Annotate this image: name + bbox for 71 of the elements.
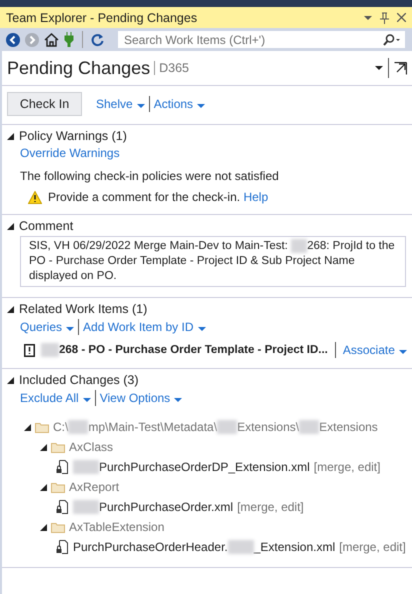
caret-icon [82, 398, 91, 402]
expand-caret-icon[interactable] [40, 444, 47, 451]
expand-caret-icon[interactable] [7, 306, 14, 313]
link[interactable]: Add Work Item by ID [83, 320, 206, 334]
change-status: [merge, edit] [237, 500, 304, 514]
file-icon [56, 540, 69, 554]
section-header[interactable]: Included Changes (3) [2, 373, 412, 388]
comment-field[interactable]: SIS, VH 06/29/2022 Merge Main-Dev to Main-Test: 268: ProjId to the PO - Purchase Order Template - Project ID & Sub Project Name displayed on PO. [20, 236, 406, 288]
link[interactable]: Exclude All [20, 391, 91, 406]
file-icon [56, 500, 69, 514]
caret-icon [198, 327, 206, 332]
back-icon[interactable] [6, 32, 20, 46]
expand-caret-icon[interactable] [7, 376, 14, 384]
folder-icon [35, 422, 49, 433]
search-icon[interactable] [383, 34, 401, 46]
page-title: Pending Changes [7, 58, 150, 78]
redaction-blur [291, 239, 308, 253]
associate-link[interactable]: Associate [342, 343, 407, 358]
file-name[interactable]: PurchPurchaseOrder.xml [73, 500, 234, 514]
window-title: Team Explorer - Pending Changes [6, 10, 198, 24]
caret-icon [174, 398, 182, 402]
pin-icon[interactable] [380, 12, 389, 24]
folder-icon [51, 482, 65, 493]
expand-caret-icon[interactable] [7, 222, 14, 230]
work-item-icon [24, 344, 35, 357]
section-header[interactable]: Comment [2, 219, 412, 233]
change-status: [merge, edit] [314, 460, 380, 474]
expand-caret-icon[interactable] [40, 484, 47, 491]
override-warnings-link[interactable]: Override Warnings [20, 146, 120, 160]
redaction-blur [299, 420, 320, 434]
dropdown-icon[interactable] [364, 16, 372, 20]
link[interactable]: Shelve [96, 97, 145, 111]
expand-caret-icon[interactable] [40, 524, 47, 531]
change-status: [merge, edit] [339, 540, 406, 554]
warning-icon [28, 190, 42, 204]
link[interactable]: View Options [100, 391, 182, 406]
folder-icon [51, 442, 65, 453]
folder-name[interactable]: AxClass [69, 440, 114, 454]
link[interactable]: Actions [154, 97, 206, 111]
policy-message: The following check-in policies were not satisfied [19, 169, 280, 183]
expand-caret-icon[interactable] [7, 132, 14, 140]
folder-icon [51, 522, 65, 533]
file-icon [56, 460, 69, 474]
warning-message: Provide a comment for the check-in. Help [48, 190, 268, 204]
home-icon[interactable] [44, 32, 59, 46]
section-header[interactable]: Policy Warnings (1) [2, 129, 412, 143]
caret-icon [398, 350, 407, 354]
check-in-button[interactable]: Check In [7, 92, 82, 116]
file-name[interactable]: PurchPurchaseOrderHeader. _Extension.xml [73, 540, 336, 554]
refresh-icon[interactable] [91, 32, 104, 46]
undock-icon[interactable] [394, 62, 407, 74]
context-label: D365 [154, 61, 190, 75]
plug-icon[interactable] [64, 32, 74, 47]
caret-icon [197, 104, 206, 108]
redaction-blur [68, 420, 88, 434]
dropdown-icon[interactable] [375, 66, 383, 70]
file-name[interactable]: PurchPurchaseOrderDP_Extension.xml [73, 460, 310, 474]
expand-caret-icon[interactable] [24, 424, 31, 431]
redaction-blur [217, 420, 238, 434]
close-icon[interactable] [397, 13, 406, 22]
caret-icon [66, 327, 74, 332]
folder-name[interactable]: AxTableExtension [69, 520, 164, 534]
redaction-blur [228, 540, 254, 554]
search-field[interactable]: Search Work Items (Ctrl+') [117, 30, 406, 49]
help-link[interactable]: Help [243, 190, 268, 204]
folder-name[interactable]: AxReport [69, 480, 120, 494]
link[interactable]: Queries [20, 320, 74, 334]
work-item-title[interactable]: 268 - PO - Purchase Order Template - Project ID... [41, 343, 328, 358]
caret-icon [136, 104, 145, 108]
folder-name[interactable]: C:\ mp\Main-Test\Metadata\ Extensions\ Extensions [53, 420, 378, 434]
section-header[interactable]: Related Work Items (1) [2, 302, 412, 316]
